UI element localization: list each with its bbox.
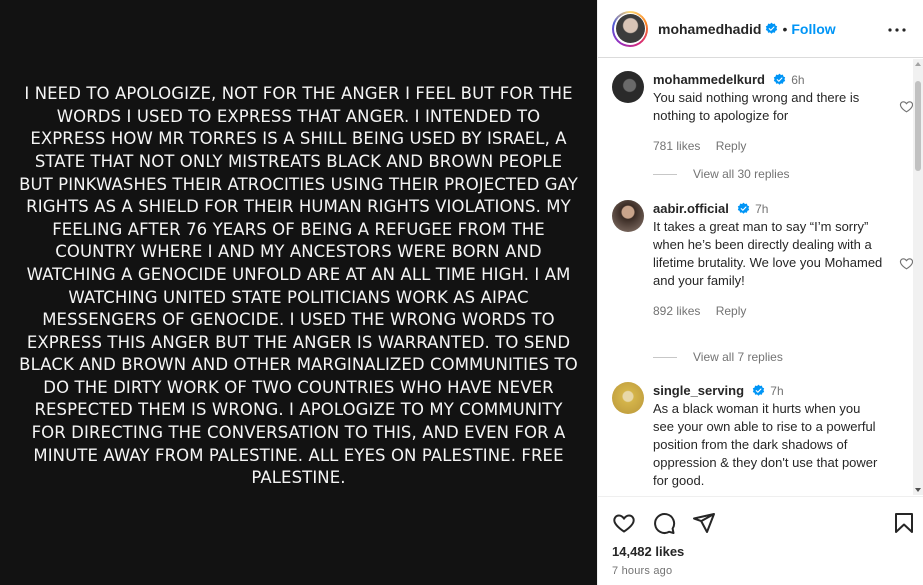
comment-item: mohammedelkurd 6h You said nothing wrong… [612, 71, 914, 155]
view-replies-button[interactable]: View all 7 replies [653, 350, 783, 364]
header-separator: • [782, 20, 788, 37]
comments-scrollbar[interactable] [913, 59, 923, 495]
view-replies-button[interactable]: View all 30 replies [653, 167, 790, 181]
heart-icon[interactable] [899, 256, 914, 271]
comment-time: 7h [755, 202, 769, 216]
reply-button[interactable]: Reply [716, 304, 747, 318]
comment-text: It takes a great man to say “I’m sorry” … [653, 219, 883, 288]
commenter-avatar[interactable] [612, 71, 644, 103]
scroll-up-arrow-icon[interactable] [915, 62, 921, 66]
commenter-username[interactable]: single_serving [653, 383, 744, 398]
comment-time: 6h [791, 73, 805, 87]
commenter-username[interactable]: mohammedelkurd [653, 72, 765, 87]
commenter-avatar[interactable] [612, 200, 644, 232]
comment-likes[interactable]: 892 likes [653, 304, 700, 318]
heart-icon[interactable] [899, 99, 914, 114]
verified-icon [737, 202, 749, 214]
bookmark-icon[interactable] [892, 511, 916, 535]
view-replies-label: View all 7 replies [693, 350, 783, 364]
post-side-panel: mohamedhadid • Follow mohammedelkurd 6h … [597, 0, 923, 585]
comment-likes[interactable]: 781 likes [653, 139, 700, 153]
post-likes-count[interactable]: 14,482 likes [612, 544, 684, 559]
scroll-down-arrow-icon[interactable] [915, 488, 921, 492]
comment-time: 7h [770, 384, 784, 398]
post-image: I need to apologize, not for the anger I… [0, 0, 597, 585]
heart-icon[interactable] [612, 511, 636, 535]
post-header: mohamedhadid • Follow [598, 0, 923, 58]
comment-item: single_serving 7h As a black woman it hu… [612, 382, 902, 490]
more-icon[interactable] [885, 18, 909, 42]
comment-item: aabir.official 7h It takes a great man t… [612, 200, 914, 320]
commenter-username[interactable]: aabir.official [653, 201, 729, 216]
scrollbar-thumb[interactable] [915, 81, 921, 171]
post-text: I need to apologize, not for the anger I… [19, 84, 578, 488]
comments-list[interactable]: mohammedelkurd 6h You said nothing wrong… [598, 59, 923, 495]
comment-text: You said nothing wrong and there is noth… [653, 90, 860, 123]
follow-button[interactable]: Follow [791, 21, 835, 37]
author-avatar[interactable] [612, 10, 648, 47]
verified-icon [773, 73, 785, 85]
post-timestamp[interactable]: 7 hours ago [612, 565, 672, 577]
reply-button[interactable]: Reply [716, 139, 747, 153]
post-actions: 14,482 likes 7 hours ago [598, 496, 923, 585]
verified-icon [766, 22, 778, 34]
verified-icon [752, 384, 764, 396]
comment-icon[interactable] [652, 511, 676, 535]
view-replies-label: View all 30 replies [693, 167, 790, 181]
commenter-avatar[interactable] [612, 382, 644, 414]
share-icon[interactable] [692, 511, 716, 535]
comment-text: As a black woman it hurts when you see y… [653, 401, 878, 488]
author-username[interactable]: mohamedhadid [658, 21, 761, 37]
